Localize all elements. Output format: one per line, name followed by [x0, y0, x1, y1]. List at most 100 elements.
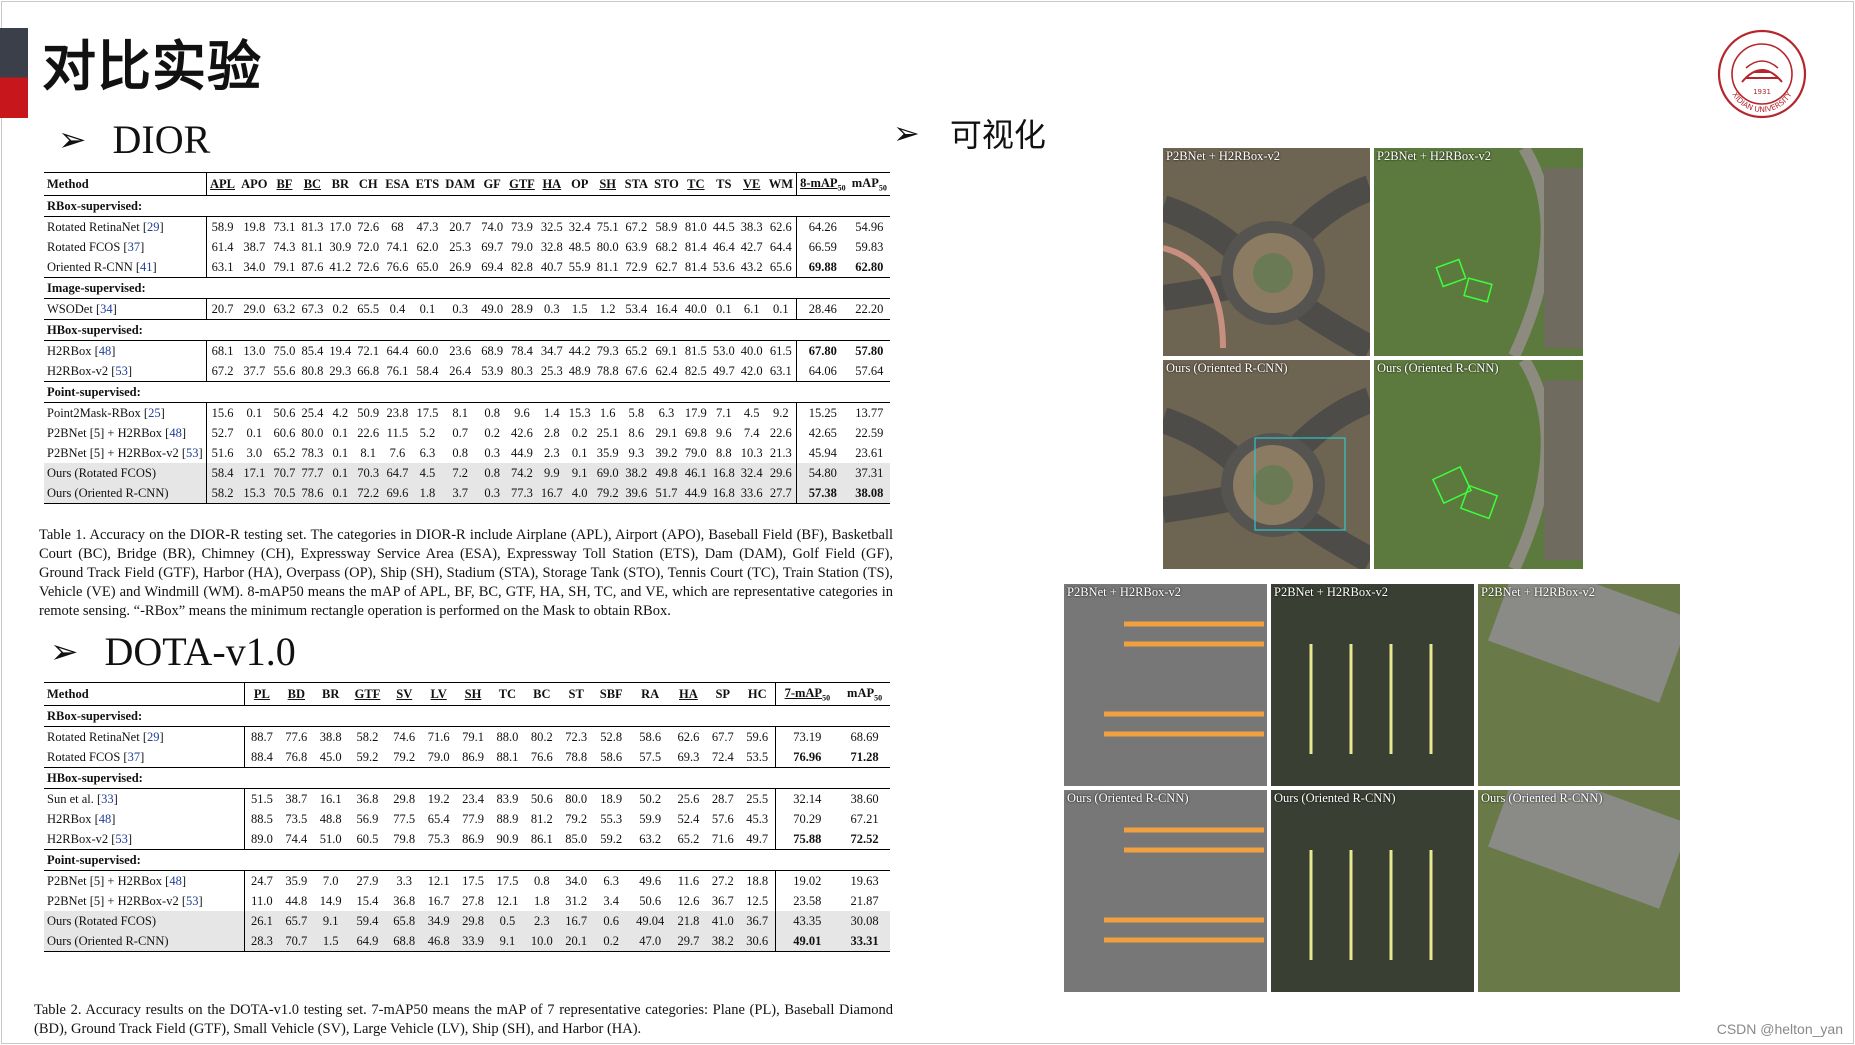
value-cell: 74.1 [386, 239, 409, 254]
value-cell: 22.59 [855, 425, 884, 440]
column-header: SH [593, 172, 622, 196]
value-cell: 0.1 [709, 298, 738, 320]
value-cell: 29.6 [765, 463, 797, 483]
column-header: BD [279, 682, 314, 706]
column-header: SV [387, 682, 422, 706]
value-cell: 0.1 [332, 425, 349, 440]
value-cell: 32.8 [540, 239, 563, 254]
value-cell: 36.8 [347, 788, 388, 809]
value-cell: 65.0 [416, 259, 439, 274]
value-cell: 25.3 [449, 239, 472, 254]
value-cell: 58.9 [651, 216, 682, 237]
value-cell: 11.0 [251, 893, 273, 908]
value-cell: 45.0 [319, 749, 342, 764]
viz-top-panel-2: P2BNet + H2RBox-v2 [1374, 148, 1583, 356]
column-header: TC [681, 172, 710, 196]
value-cell: 62.6 [765, 216, 797, 237]
value-cell: 55.3 [600, 811, 623, 826]
value-cell: 66.59 [796, 237, 849, 257]
section-viz-heading: ➢ 可视化 [893, 115, 1046, 154]
value-cell: 46.1 [681, 463, 710, 483]
value-cell: 49.8 [651, 463, 682, 483]
value-cell: 53.6 [712, 259, 735, 274]
value-cell: 50.6 [639, 893, 662, 908]
value-cell: 65.4 [427, 811, 450, 826]
value-cell: 25.4 [298, 402, 327, 423]
value-cell: 36.8 [393, 893, 416, 908]
value-cell: 76.8 [285, 749, 308, 764]
value-cell: 54.96 [848, 216, 890, 237]
value-cell: 51.0 [319, 831, 342, 846]
value-cell: 59.9 [639, 811, 662, 826]
value-cell: 8.6 [628, 425, 645, 440]
value-cell: 52.4 [677, 811, 700, 826]
value-cell: 29.3 [329, 363, 352, 378]
table-row: Rotated RetinaNet [29] 58.9 19.8 73.1 81.3 17… [44, 216, 890, 237]
value-cell: 0.8 [524, 870, 559, 891]
value-cell: 64.06 [796, 361, 849, 382]
value-cell: 60.0 [412, 340, 443, 361]
value-cell: 44.9 [511, 445, 533, 460]
value-cell: 25.6 [671, 788, 706, 809]
value-cell: 80.2 [524, 726, 559, 747]
value-cell: 28.46 [796, 298, 849, 320]
value-cell: 42.65 [796, 423, 849, 443]
value-cell: 69.1 [651, 340, 682, 361]
value-cell: 10.3 [740, 445, 763, 460]
value-cell: 88.7 [244, 726, 280, 747]
value-cell: 81.4 [684, 259, 707, 274]
value-cell: 42.7 [740, 239, 763, 254]
value-cell: 71.6 [711, 831, 734, 846]
column-header: CH [354, 172, 383, 196]
table-row: Rotated FCOS [37] 61.4 38.7 74.3 81.1 30.9 72.… [44, 237, 890, 257]
table-row: Ours (Oriented R-CNN) 28.3 70.7 1.5 64.9 68.8… [44, 931, 890, 952]
table-row: P2BNet [5] + H2RBox-v2 [53] 51.6 3.0 65.2 78… [44, 443, 890, 463]
value-cell: 20.1 [559, 931, 594, 952]
value-cell: 22.6 [769, 425, 792, 440]
value-cell: 67.7 [705, 726, 740, 747]
value-cell: 51.7 [651, 483, 682, 504]
value-cell: 77.5 [393, 811, 416, 826]
value-cell: 0.5 [490, 911, 525, 931]
column-header: mAP50 [839, 682, 890, 706]
value-cell: 29.7 [671, 931, 706, 952]
column-header: APL [206, 172, 239, 196]
value-cell: 63.2 [270, 298, 299, 320]
value-cell: 51.6 [211, 445, 234, 460]
value-cell: 1.8 [533, 893, 550, 908]
value-cell: 72.2 [354, 483, 383, 504]
value-cell: 8.1 [442, 402, 479, 423]
section-dota-heading: ➢ DOTA-v1.0 [50, 629, 296, 674]
value-cell: 60.5 [356, 831, 379, 846]
value-cell: 1.5 [313, 931, 348, 952]
value-cell: 23.4 [455, 788, 491, 809]
value-cell: 86.1 [530, 831, 553, 846]
value-cell: 21.8 [671, 911, 706, 931]
value-cell: 58.2 [347, 726, 388, 747]
value-cell: 50.6 [524, 788, 559, 809]
method-cell: Rotated RetinaNet [29] [44, 216, 207, 237]
value-cell: 77.7 [298, 463, 327, 483]
value-cell: 30.9 [329, 239, 352, 254]
value-cell: 25.3 [540, 363, 563, 378]
column-header: GTF [347, 682, 388, 706]
value-cell: 4.5 [412, 463, 443, 483]
value-cell: 39.6 [621, 483, 652, 504]
value-cell: 50.6 [270, 402, 299, 423]
table-row: Point2Mask-RBox [25] 15.6 0.1 50.6 25.4 4.2 50… [44, 402, 890, 423]
value-cell: 27.8 [462, 893, 484, 908]
column-header: STA [621, 172, 652, 196]
value-cell: 19.8 [238, 216, 271, 237]
group-row: RBox-supervised: [44, 196, 890, 217]
value-cell: 32.5 [537, 216, 566, 237]
column-header: SP [705, 682, 740, 706]
value-cell: 65.2 [273, 445, 296, 460]
value-cell: 74.4 [285, 831, 308, 846]
value-cell: 71.28 [850, 749, 879, 764]
value-cell: 25.5 [739, 788, 775, 809]
value-cell: 40.0 [681, 298, 710, 320]
group-label: HBox-supervised: [44, 767, 890, 789]
value-cell: 76.6 [386, 259, 409, 274]
value-cell: 69.3 [677, 749, 700, 764]
value-cell: 29.1 [655, 425, 678, 440]
